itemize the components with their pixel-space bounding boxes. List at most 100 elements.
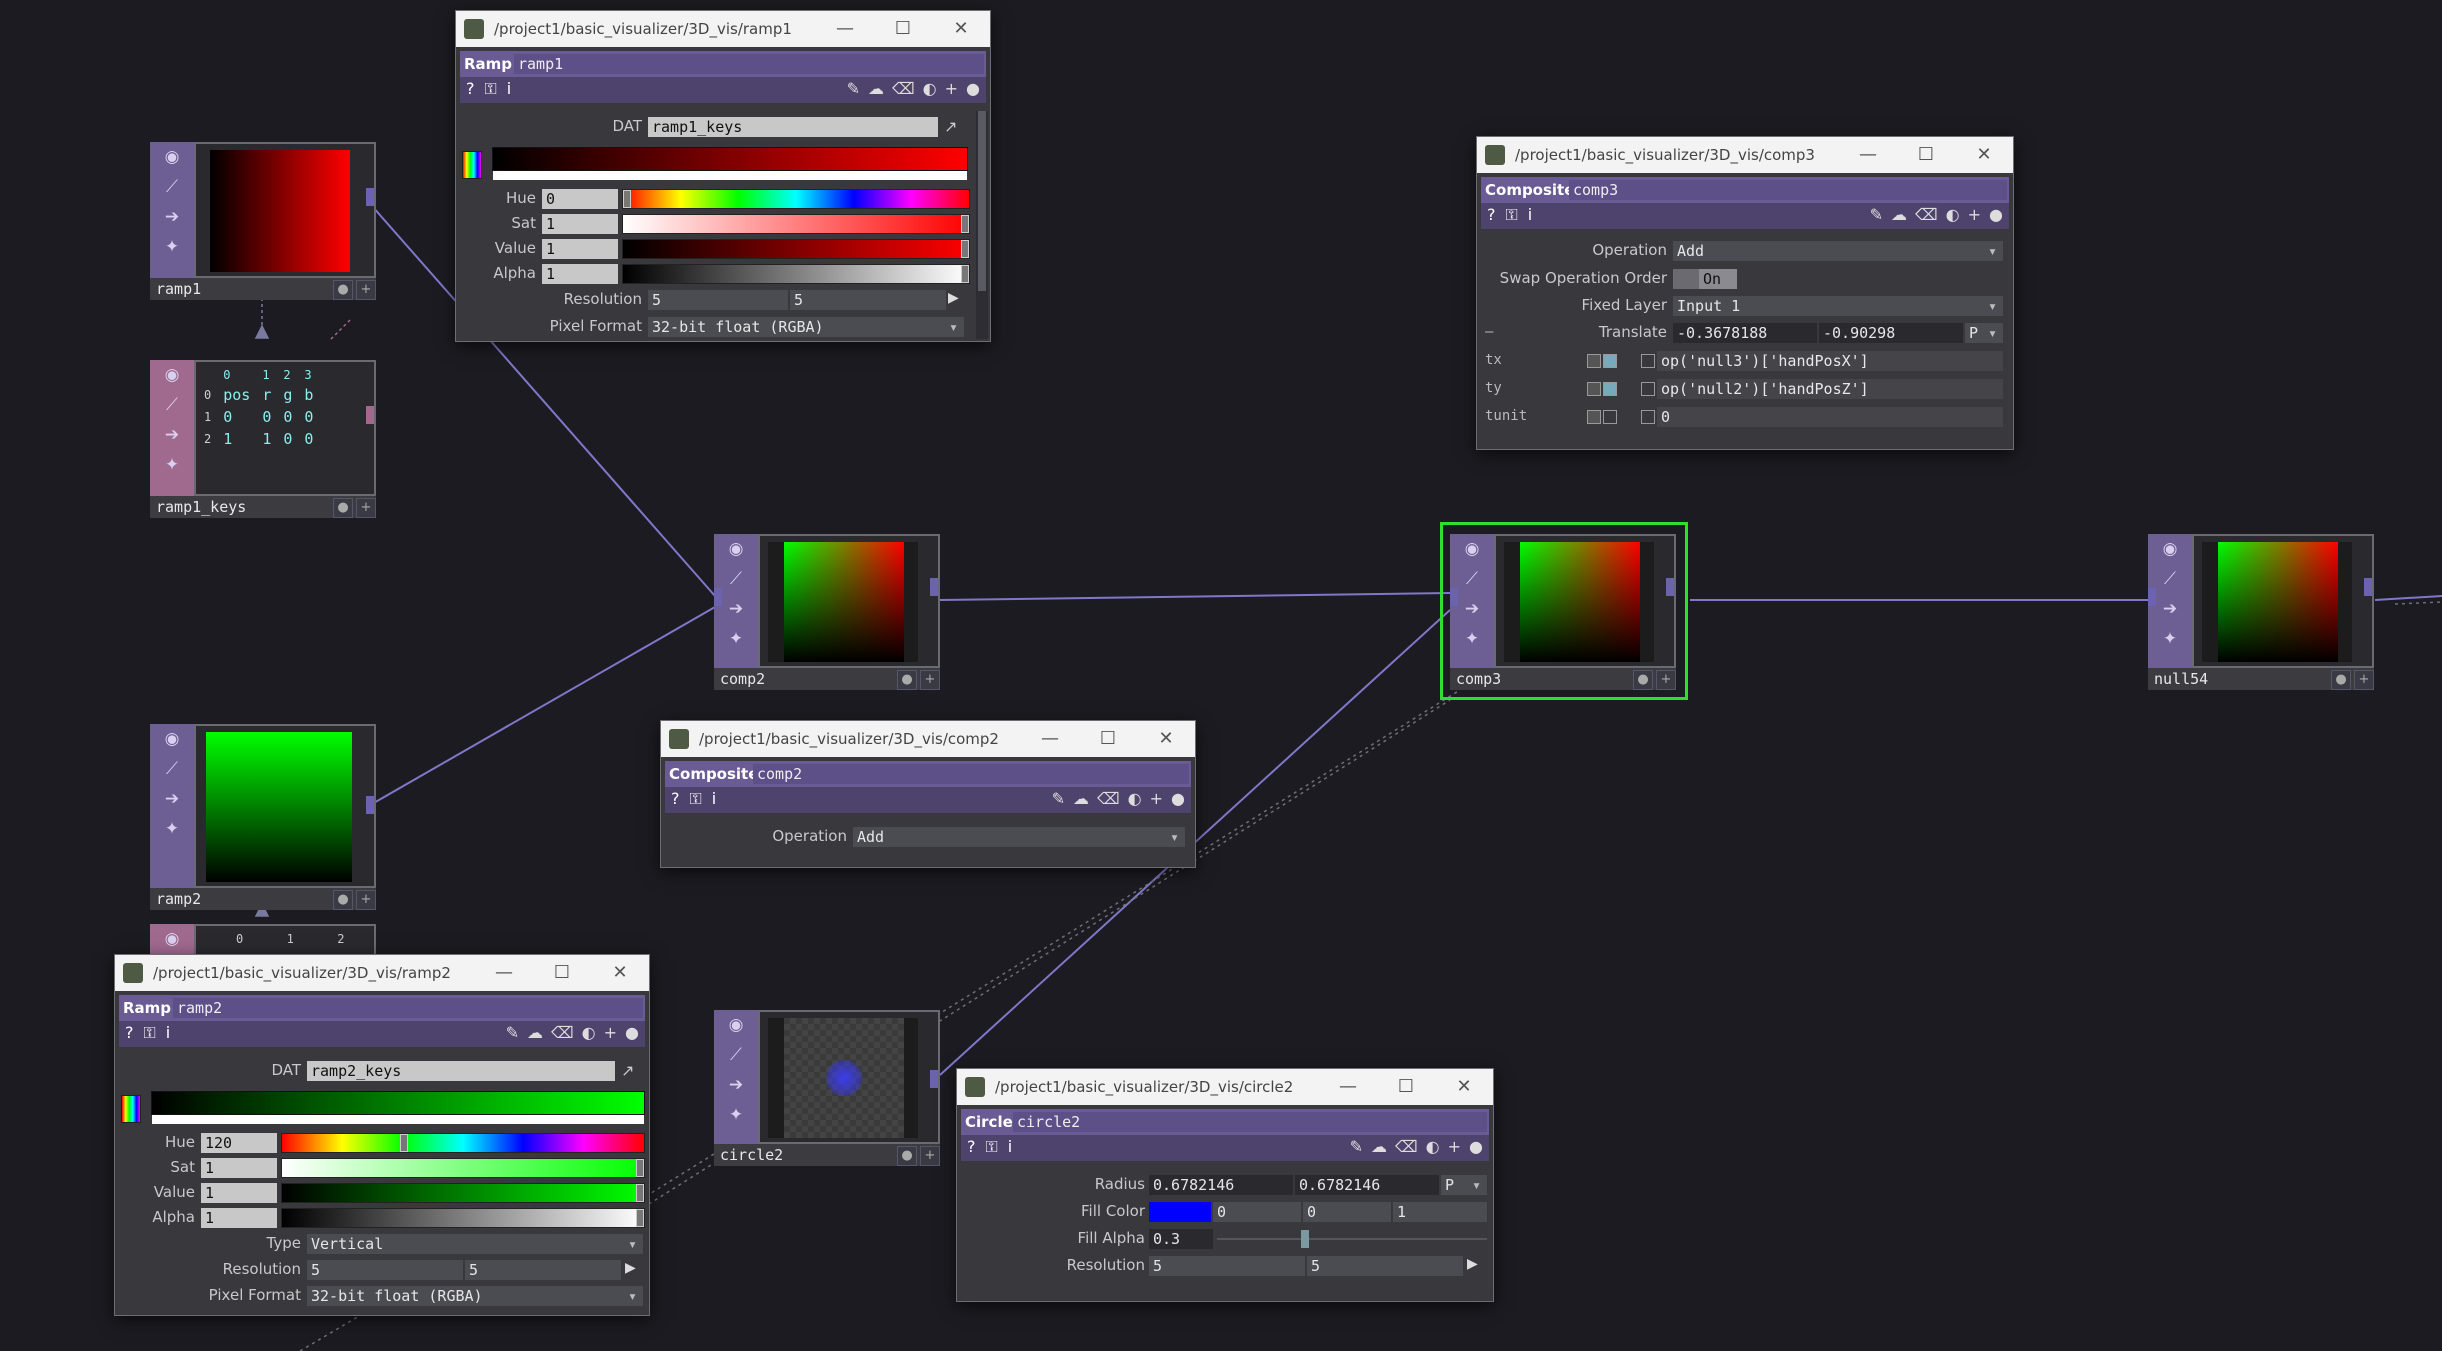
play-icon[interactable]: ▶ (625, 1260, 636, 1276)
eraser-icon[interactable]: ⌫ (1097, 789, 1120, 808)
expand-icon[interactable]: + (920, 1146, 940, 1166)
display-flag-icon[interactable]: ● (2331, 670, 2351, 690)
python-help-icon[interactable]: ⚿ (1506, 205, 1518, 224)
clone-icon[interactable]: ➔ (150, 420, 194, 450)
minimize-icon[interactable]: — (1319, 1069, 1377, 1105)
value-slider[interactable] (622, 239, 970, 259)
close-icon[interactable]: ✕ (591, 955, 649, 991)
close-icon[interactable]: ✕ (1955, 137, 2013, 173)
param-window-circle2[interactable]: /project1/basic_visualizer/3D_vis/circle… (956, 1068, 1494, 1302)
viewer-icon[interactable]: ◉ (714, 534, 758, 564)
fill-color-swatch[interactable] (1149, 1202, 1211, 1222)
fill-alpha-field[interactable]: 0.3 (1149, 1229, 1213, 1249)
comment-icon[interactable]: ☁ (1371, 1137, 1387, 1156)
type-dropdown[interactable]: Vertical (307, 1234, 643, 1254)
op-name-field[interactable]: ramp1 (514, 54, 984, 74)
display-flag-icon[interactable]: ● (1633, 670, 1653, 690)
sat-field[interactable]: 1 (201, 1158, 277, 1178)
edit-icon[interactable]: ✎ (1350, 1137, 1363, 1156)
expand-icon[interactable]: + (356, 498, 376, 518)
alpha-field[interactable]: 1 (201, 1208, 277, 1228)
ramp-editor[interactable] (492, 147, 968, 180)
edit-icon[interactable]: ✎ (1052, 789, 1065, 808)
op-name-field[interactable]: comp3 (1569, 180, 2007, 200)
add-icon[interactable]: + (1150, 789, 1163, 808)
pixel-format-dropdown[interactable]: 32-bit float (RGBA) (307, 1286, 643, 1306)
dat-field[interactable]: ramp1_keys (648, 117, 938, 137)
node-circle2[interactable]: ◉ ⟋ ➔ ✦ circle2 ● + (714, 1010, 940, 1166)
lock-icon[interactable]: ✦ (150, 814, 194, 844)
mode-toggle[interactable] (1603, 354, 1617, 368)
clone-icon[interactable]: ➔ (150, 202, 194, 232)
comment-icon[interactable]: ☁ (1073, 789, 1089, 808)
edit-icon[interactable]: ✎ (847, 79, 860, 98)
python-help-icon[interactable]: ⚿ (144, 1023, 156, 1042)
bypass-icon[interactable]: ⟋ (714, 1040, 758, 1070)
expand-icon[interactable]: + (356, 890, 376, 910)
output-port[interactable] (366, 188, 374, 206)
viewer-icon[interactable]: ◉ (150, 924, 194, 954)
input-port[interactable] (2148, 588, 2156, 606)
lock-icon[interactable]: ✦ (150, 450, 194, 480)
lock-icon[interactable]: ✦ (150, 232, 194, 262)
param-window-ramp2[interactable]: /project1/basic_visualizer/3D_vis/ramp2 … (114, 954, 650, 1316)
translate-x-field[interactable]: -0.3678188 (1673, 323, 1817, 343)
help-icon[interactable]: ? (967, 1137, 976, 1156)
minimize-icon[interactable]: — (1021, 721, 1079, 757)
dot-icon[interactable]: ● (1171, 789, 1185, 808)
display-flag-icon[interactable]: ● (333, 890, 353, 910)
info-icon[interactable]: i (1008, 1137, 1012, 1156)
param-window-comp2[interactable]: /project1/basic_visualizer/3D_vis/comp2 … (660, 720, 1196, 868)
node-ramp2[interactable]: ◉ ⟋ ➔ ✦ ramp2 ● + (150, 724, 376, 910)
dot-icon[interactable]: ● (966, 79, 980, 98)
help-icon[interactable]: ? (1487, 205, 1496, 224)
viewer-icon[interactable]: ◉ (150, 360, 194, 390)
dot-icon[interactable]: ● (625, 1023, 639, 1042)
tunit-field[interactable]: 0 (1657, 407, 2003, 427)
value-field[interactable]: 1 (201, 1183, 277, 1203)
edit-icon[interactable]: ✎ (1870, 205, 1883, 224)
title-bar[interactable]: /project1/basic_visualizer/3D_vis/ramp1 … (456, 11, 990, 47)
info-icon[interactable]: i (712, 789, 716, 808)
python-icon[interactable]: ◐ (923, 79, 937, 98)
python-icon[interactable]: ◐ (1426, 1137, 1440, 1156)
pixel-format-dropdown[interactable]: 32-bit float (RGBA) (648, 317, 964, 337)
fixed-layer-dropdown[interactable]: Input 1 (1673, 296, 2003, 316)
dot-icon[interactable]: ● (1989, 205, 2003, 224)
radius-unit-dropdown[interactable]: P (1441, 1175, 1487, 1195)
node-comp2[interactable]: ◉ ⟋ ➔ ✦ comp2 ● + (714, 534, 940, 690)
help-icon[interactable]: ? (671, 789, 680, 808)
play-icon[interactable]: ▶ (948, 290, 959, 306)
value-slider[interactable] (281, 1183, 645, 1203)
dat-field[interactable]: ramp2_keys (307, 1061, 615, 1081)
bypass-icon[interactable]: ⟋ (150, 754, 194, 784)
bypass-icon[interactable]: ⟋ (150, 172, 194, 202)
fill-alpha-slider[interactable] (1217, 1230, 1487, 1248)
close-icon[interactable]: ✕ (1435, 1069, 1493, 1105)
maximize-icon[interactable]: ☐ (874, 11, 932, 47)
output-port[interactable] (1666, 578, 1674, 596)
python-help-icon[interactable]: ⚿ (986, 1137, 998, 1156)
eraser-icon[interactable]: ⌫ (551, 1023, 574, 1042)
viewer-icon[interactable]: ◉ (1450, 534, 1494, 564)
lock-icon[interactable]: ✦ (714, 1100, 758, 1130)
title-bar[interactable]: /project1/basic_visualizer/3D_vis/circle… (957, 1069, 1493, 1105)
op-name-field[interactable]: circle2 (1013, 1112, 1487, 1132)
mode-toggle[interactable] (1587, 354, 1601, 368)
display-flag-icon[interactable]: ● (897, 670, 917, 690)
output-port[interactable] (366, 796, 374, 814)
swap-toggle[interactable]: On (1699, 269, 1737, 289)
resolution-w-field[interactable]: 5 (1149, 1256, 1305, 1276)
display-flag-icon[interactable]: ● (333, 280, 353, 300)
swap-toggle-track[interactable] (1673, 269, 1699, 289)
fill-g-field[interactable]: 0 (1303, 1202, 1391, 1222)
input-port[interactable] (1450, 588, 1458, 606)
fill-b-field[interactable]: 1 (1393, 1202, 1487, 1222)
tx-expression[interactable]: op('null3')['handPosX'] (1657, 351, 2003, 371)
lock-icon[interactable]: ✦ (1450, 624, 1494, 654)
clone-icon[interactable]: ➔ (150, 784, 194, 814)
expression-checkbox[interactable] (1641, 382, 1655, 396)
arrow-icon[interactable]: ↗ (944, 117, 957, 136)
operation-dropdown[interactable]: Add (1673, 241, 2003, 261)
hue-field[interactable]: 0 (542, 189, 618, 209)
